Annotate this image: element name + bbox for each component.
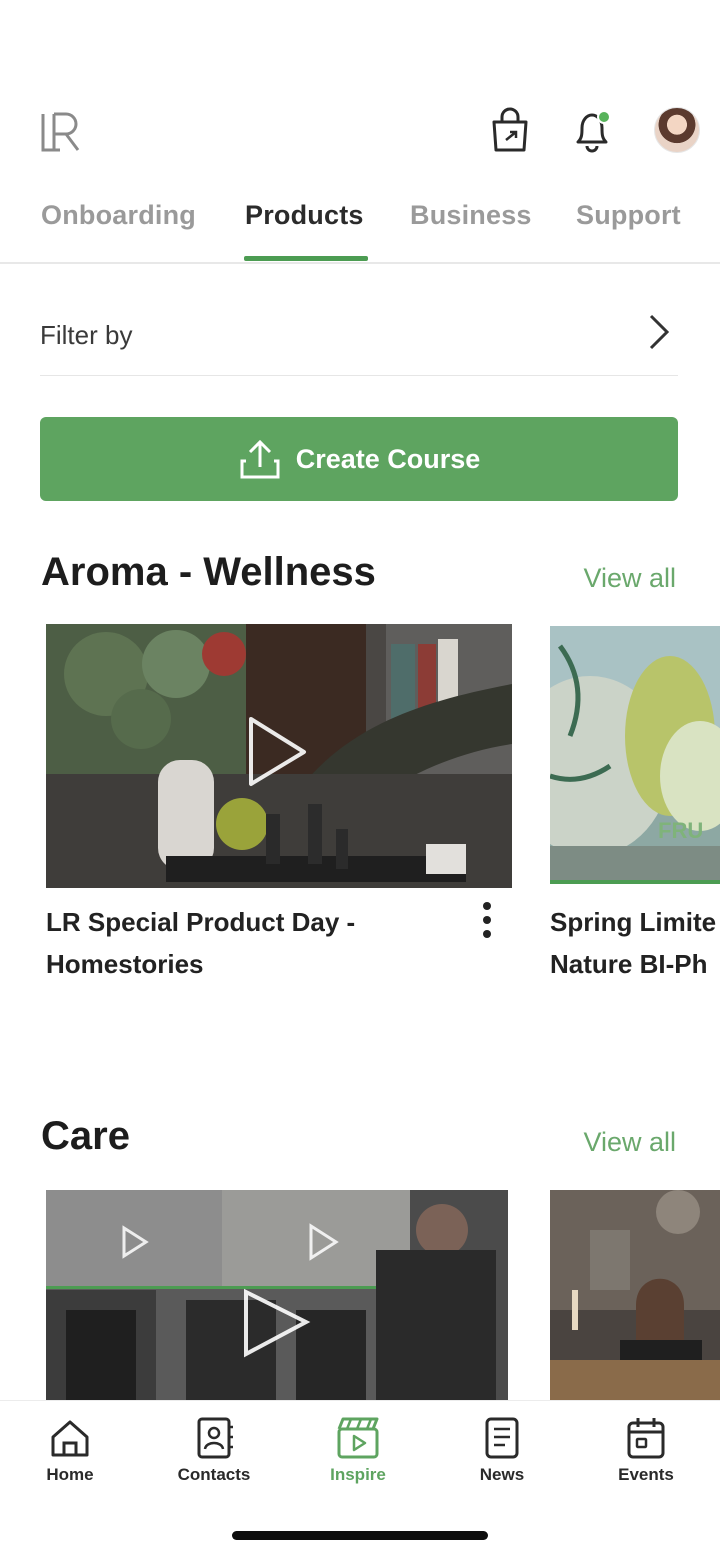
course-thumbnail-image <box>550 1190 720 1400</box>
section-title-care: Care <box>41 1114 130 1158</box>
nav-contacts-label: Contacts <box>177 1465 251 1484</box>
course-thumbnail-image: FRU <box>550 626 720 884</box>
course-thumbnail-care-2[interactable] <box>550 1190 720 1400</box>
nav-home-label: Home <box>46 1465 94 1484</box>
section-title-aroma-wellness: Aroma - Wellness <box>41 550 376 594</box>
course-title-line1[interactable]: Spring Limite <box>550 901 716 943</box>
nav-events-label: Events <box>618 1465 674 1484</box>
filter-label: Filter by <box>40 320 133 350</box>
home-indicator[interactable] <box>232 1531 488 1540</box>
course-thumbnail-care-1[interactable] <box>46 1190 508 1400</box>
tab-business[interactable]: Business <box>410 200 532 231</box>
nav-inspire[interactable]: Inspire <box>298 1415 418 1485</box>
thumbnail-text: FRU <box>658 818 703 843</box>
nav-contacts[interactable]: Contacts <box>154 1415 274 1485</box>
nav-news[interactable]: News <box>442 1415 562 1485</box>
clapperboard-icon <box>337 1417 379 1459</box>
create-course-label: Create Course <box>295 443 481 474</box>
course-title-line2[interactable]: Nature BI-Ph <box>550 943 707 985</box>
calendar-icon <box>627 1418 665 1459</box>
upload-icon <box>240 439 280 479</box>
create-course-button[interactable]: Create Course <box>40 417 678 501</box>
home-icon <box>51 1420 89 1457</box>
course-thumbnail-image <box>46 1190 508 1400</box>
nav-home[interactable]: Home <box>10 1415 130 1485</box>
tab-support[interactable]: Support <box>576 200 681 231</box>
active-tab-indicator <box>244 256 368 261</box>
view-all-aroma-link[interactable]: View all <box>583 563 676 594</box>
nav-inspire-label: Inspire <box>330 1465 386 1484</box>
chevron-right-icon <box>649 314 670 350</box>
top-tab-bar: Onboarding Products Business Support <box>0 196 720 264</box>
course-title-line1[interactable]: LR Special Product Day - <box>46 901 355 943</box>
lr-logo <box>41 112 80 152</box>
avatar[interactable] <box>654 107 700 153</box>
course-thumbnail-image <box>46 624 512 888</box>
news-icon <box>485 1417 519 1459</box>
tab-onboarding[interactable]: Onboarding <box>41 200 196 231</box>
more-options-icon[interactable] <box>476 900 498 940</box>
course-thumbnail-spring[interactable]: FRU <box>550 626 720 884</box>
filter-row[interactable]: Filter by <box>40 300 678 376</box>
nav-events[interactable]: Events <box>586 1415 706 1485</box>
view-all-care-link[interactable]: View all <box>583 1127 676 1158</box>
contacts-icon <box>197 1417 233 1459</box>
shopping-bag-share-icon[interactable] <box>488 106 532 154</box>
bell-icon[interactable] <box>570 106 614 154</box>
tab-products[interactable]: Products <box>245 200 364 231</box>
nav-news-label: News <box>479 1465 525 1484</box>
course-thumbnail-product-day[interactable] <box>46 624 512 888</box>
course-title-line2[interactable]: Homestories <box>46 943 204 985</box>
